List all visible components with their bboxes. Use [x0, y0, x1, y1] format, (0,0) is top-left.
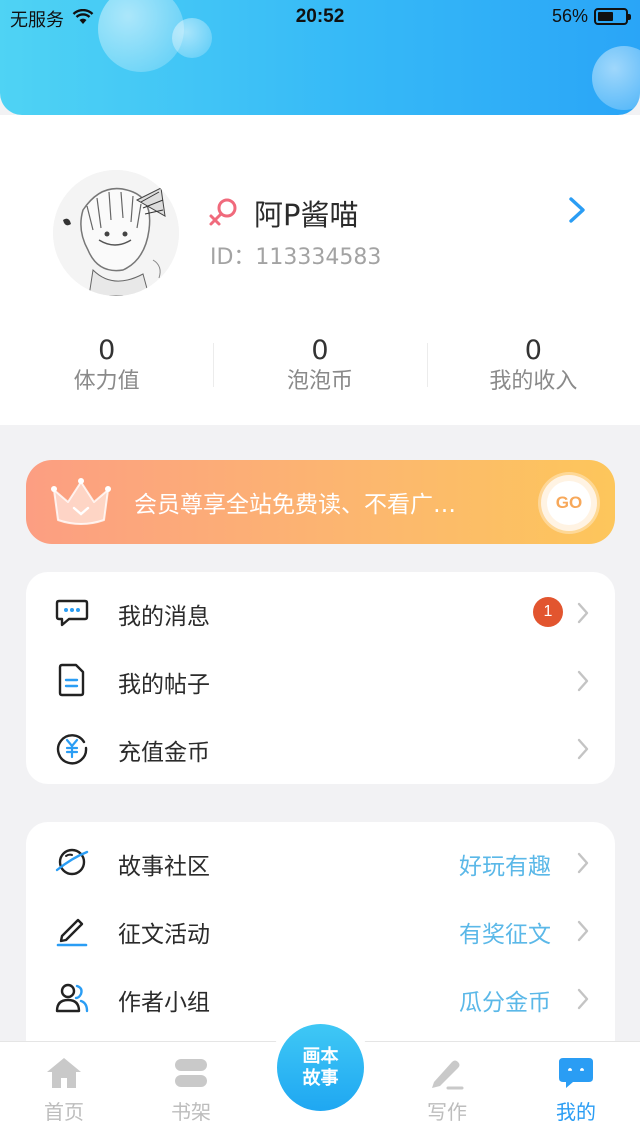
planet-icon — [54, 844, 90, 880]
female-gender-icon — [207, 195, 241, 233]
decor-bubble — [592, 46, 640, 110]
menu-item-label: 征文活动 — [118, 922, 210, 948]
stat-label: 我的收入 — [489, 369, 578, 394]
picture-story-label: 画本 故事 — [299, 1046, 343, 1090]
menu-item-messages[interactable]: 我的消息 1 — [26, 576, 615, 644]
menu-item-label: 作者小组 — [118, 990, 210, 1016]
picture-story-label-line1: 画本 — [302, 1045, 339, 1067]
profile-section: 阿P酱喵 ID：113334583 0 体力值 0 泡泡币 0 我的收入 — [0, 115, 640, 425]
menu-item-writing-contest[interactable]: 征文活动 有奖征文 — [26, 894, 615, 962]
battery-icon — [594, 8, 631, 25]
tab-label: 写作 — [427, 1100, 467, 1124]
chevron-right-icon — [576, 601, 590, 629]
vip-banner-text: 会员尊享全站免费读、不看广… — [134, 492, 456, 518]
clock: 20:52 — [295, 6, 345, 27]
tab-bookshelf[interactable]: 书架 — [141, 1054, 241, 1125]
unread-badge: 1 — [533, 597, 563, 627]
tab-write[interactable]: 写作 — [397, 1054, 497, 1125]
menu-item-story-community[interactable]: 故事社区 好玩有趣 — [26, 826, 615, 894]
tab-home[interactable]: 首页 — [14, 1054, 114, 1125]
crown-icon — [50, 476, 112, 532]
menu-item-label: 充值金币 — [118, 740, 210, 766]
menu-item-label: 故事社区 — [118, 854, 210, 880]
menu-item-recharge[interactable]: 充值金币 — [26, 712, 615, 780]
group-icon — [54, 980, 90, 1016]
avatar[interactable] — [53, 170, 179, 296]
profile-chat-icon — [526, 1054, 626, 1092]
menu-item-hint: 瓜分金币 — [459, 990, 551, 1016]
chevron-right-icon — [576, 737, 590, 765]
chevron-right-icon — [576, 851, 590, 879]
battery-percent: 56% — [551, 6, 588, 26]
go-label: GO — [547, 481, 591, 525]
menu-item-hint: 好玩有趣 — [459, 854, 551, 880]
menu-item-label: 我的帖子 — [118, 672, 210, 698]
stat-label: 泡泡币 — [286, 369, 353, 394]
stat-value: 0 — [524, 335, 542, 366]
pencil-icon — [54, 912, 90, 948]
chevron-right-icon — [576, 987, 590, 1015]
user-id: ID：113334583 — [210, 245, 382, 270]
tab-mine[interactable]: 我的 — [526, 1054, 626, 1125]
battery-level — [598, 12, 613, 21]
menu-item-label: 我的消息 — [118, 604, 210, 630]
stat-value: 0 — [98, 335, 116, 366]
tab-label: 我的 — [556, 1100, 596, 1124]
stats-row: 0 体力值 0 泡泡币 0 我的收入 — [0, 335, 640, 405]
stat-bubble-coins[interactable]: 0 泡泡币 — [213, 335, 426, 405]
menu-card-personal: 我的消息 1 我的帖子 充值金币 — [26, 572, 615, 784]
go-button[interactable]: GO — [541, 475, 597, 531]
chevron-right-icon — [576, 669, 590, 697]
chevron-right-icon — [576, 919, 590, 947]
bookshelf-icon — [141, 1054, 241, 1092]
status-bar: 无服务 20:52 56% — [0, 0, 640, 34]
coin-icon — [54, 730, 90, 766]
tab-label: 首页 — [44, 1100, 84, 1124]
message-icon — [54, 594, 90, 630]
menu-item-author-group[interactable]: 作者小组 瓜分金币 — [26, 962, 615, 1030]
write-icon — [397, 1054, 497, 1092]
menu-item-hint: 有奖征文 — [459, 922, 551, 948]
chevron-right-icon[interactable] — [565, 195, 589, 229]
tab-label: 书架 — [171, 1100, 211, 1124]
menu-item-posts[interactable]: 我的帖子 — [26, 644, 615, 712]
picture-story-button[interactable]: 画本 故事 — [277, 1024, 364, 1111]
stat-stamina[interactable]: 0 体力值 — [0, 335, 213, 405]
vip-banner[interactable]: 会员尊享全站免费读、不看广… GO — [26, 460, 615, 544]
document-icon — [54, 662, 90, 698]
home-icon — [14, 1054, 114, 1092]
stat-income[interactable]: 0 我的收入 — [426, 335, 640, 405]
stat-label: 体力值 — [73, 369, 140, 394]
stat-value: 0 — [311, 335, 329, 366]
picture-story-label-line2: 故事 — [302, 1067, 339, 1089]
username: 阿P酱喵 — [254, 198, 359, 232]
